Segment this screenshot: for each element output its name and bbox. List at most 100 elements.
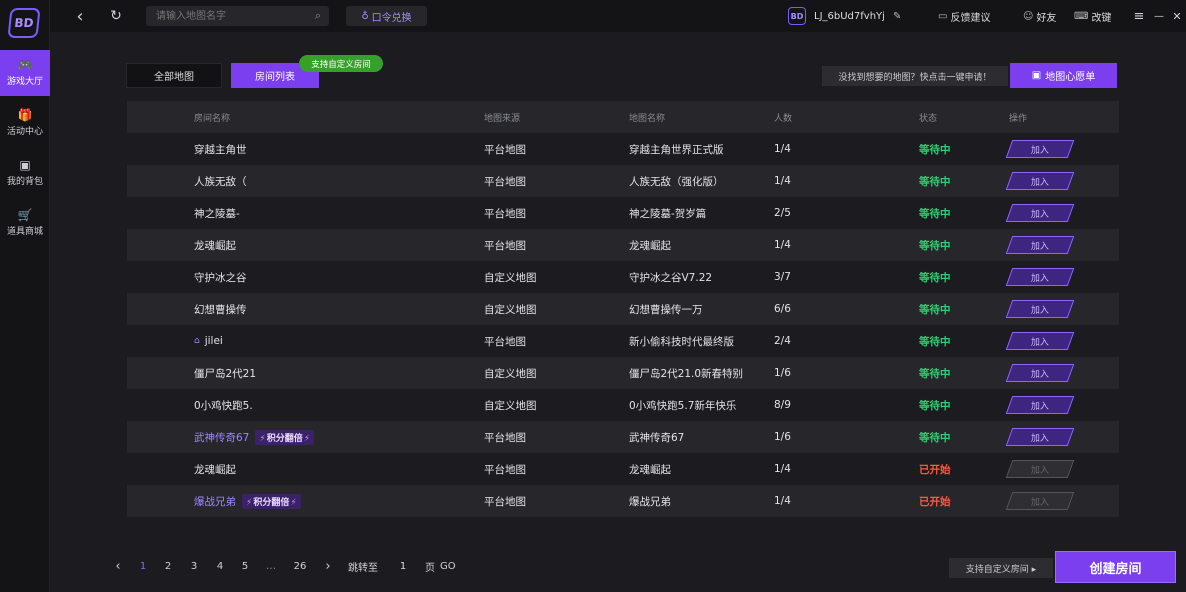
status-badge: 等待中 bbox=[919, 239, 951, 252]
join-label: 加入 bbox=[1030, 145, 1049, 156]
table-row[interactable]: 武神传奇67 积分翻倍 平台地图 武神传奇67 1/6 等待中 加入 bbox=[127, 421, 1119, 453]
map-name-cell: 爆战兄弟 bbox=[629, 495, 671, 508]
map-name-cell: 守护冰之谷V7.22 bbox=[629, 271, 713, 284]
join-button[interactable]: 加入 bbox=[1005, 140, 1075, 158]
minimize-icon[interactable]: — bbox=[1152, 6, 1166, 26]
join-button[interactable]: 加入 bbox=[1005, 332, 1075, 350]
page-26[interactable]: 26 bbox=[290, 556, 310, 576]
map-source-cell: 平台地图 bbox=[484, 175, 526, 188]
header-action: 操作 bbox=[1009, 113, 1028, 124]
join-button[interactable]: 加入 bbox=[1005, 268, 1075, 286]
status-badge: 等待中 bbox=[919, 335, 951, 348]
feedback-label: 反馈建议 bbox=[950, 12, 991, 24]
action-cell: 加入 bbox=[1005, 133, 1075, 165]
wishlist-icon: ▣ bbox=[1031, 70, 1042, 81]
table-row[interactable]: 幻想曹操传 自定义地图 幻想曹操传一万 6/6 等待中 加入 bbox=[127, 293, 1119, 325]
table-row[interactable]: 人族无敌（ 平台地图 人族无敌（强化版） 1/4 等待中 加入 bbox=[127, 165, 1119, 197]
next-page-icon[interactable]: › bbox=[318, 556, 338, 576]
go-button[interactable]: GO bbox=[440, 556, 456, 576]
feedback-icon: ▭ bbox=[938, 10, 948, 22]
sidebar-item-activity-center[interactable]: 🎁 活动中心 bbox=[0, 100, 50, 146]
players-cell: 2/4 bbox=[774, 335, 791, 347]
join-button[interactable]: 加入 bbox=[1005, 428, 1075, 446]
room-name: 武神传奇67 bbox=[194, 431, 250, 444]
sidebar: BD 🎮 游戏大厅 🎁 活动中心 ▣ 我的背包 🛒 道具商城 bbox=[0, 0, 50, 592]
table-row[interactable]: 0小鸡快跑5. 自定义地图 0小鸡快跑5.7新年快乐 8/9 等待中 加入 bbox=[127, 389, 1119, 421]
players-cell: 8/9 bbox=[774, 399, 791, 411]
room-name-cell: 爆战兄弟积分翻倍 bbox=[194, 485, 301, 517]
join-button[interactable]: 加入 bbox=[1005, 204, 1075, 222]
edit-icon[interactable]: ✎ bbox=[893, 11, 901, 22]
friends-button[interactable]: ☺ 好友 bbox=[1023, 6, 1056, 26]
search-input[interactable] bbox=[156, 6, 301, 26]
table-row[interactable]: ⌂ jilei 平台地图 新小偷科技时代最终版 2/4 等待中 加入 bbox=[127, 325, 1119, 357]
page-3[interactable]: 3 bbox=[184, 556, 204, 576]
custom-room-hint[interactable]: 支持自定义房间 ▸ bbox=[949, 558, 1053, 578]
join-button[interactable]: 加入 bbox=[1005, 396, 1075, 414]
room-name: 龙魂崛起 bbox=[194, 239, 236, 252]
status-badge: 等待中 bbox=[919, 303, 951, 316]
wishlist-label: 地图心愿单 bbox=[1045, 72, 1096, 83]
map-wishlist-button[interactable]: ▣ 地图心愿单 bbox=[1010, 63, 1117, 88]
room-name-cell: 0小鸡快跑5. bbox=[194, 389, 253, 421]
table-row[interactable]: 穿越主角世 平台地图 穿越主角世界正式版 1/4 等待中 加入 bbox=[127, 133, 1119, 165]
room-name: 僵尸岛2代21 bbox=[194, 367, 257, 380]
map-name-cell: 0小鸡快跑5.7新年快乐 bbox=[629, 399, 737, 412]
table-row[interactable]: 守护冰之谷 自定义地图 守护冰之谷V7.22 3/7 等待中 加入 bbox=[127, 261, 1119, 293]
join-label: 加入 bbox=[1030, 209, 1049, 220]
room-table: 房间名称 地图来源 地图名称 人数 状态 操作 穿越主角世 平台地图 穿越主角世界正… bbox=[127, 101, 1119, 517]
map-name-cell: 神之陵墓-贺岁篇 bbox=[629, 207, 707, 220]
lock-icon: ⌂ bbox=[194, 336, 200, 346]
join-button[interactable]: 加入 bbox=[1005, 492, 1075, 510]
join-button[interactable]: 加入 bbox=[1005, 172, 1075, 190]
menu-icon[interactable]: ≡ bbox=[1132, 6, 1146, 26]
sidebar-item-game-hall[interactable]: 🎮 游戏大厅 bbox=[0, 50, 50, 96]
redeem-code-button[interactable]: ♁ 口令兑换 bbox=[346, 6, 427, 26]
map-name-cell: 穿越主角世界正式版 bbox=[629, 143, 724, 156]
tab-all-maps[interactable]: 全部地图 bbox=[126, 63, 222, 88]
key-icon: ♁ bbox=[361, 10, 369, 22]
table-row[interactable]: 龙魂崛起 平台地图 龙魂崛起 1/4 已开始 加入 bbox=[127, 453, 1119, 485]
feedback-button[interactable]: ▭ 反馈建议 bbox=[938, 6, 990, 26]
join-button[interactable]: 加入 bbox=[1005, 460, 1075, 478]
status-badge: 等待中 bbox=[919, 143, 951, 156]
page-label: 页 bbox=[425, 562, 435, 574]
action-cell: 加入 bbox=[1005, 229, 1075, 261]
prev-page-icon[interactable]: ‹ bbox=[108, 556, 128, 576]
gamepad-icon: 🎮 bbox=[17, 58, 33, 72]
page-ellipsis: … bbox=[266, 560, 276, 572]
room-name: 爆战兄弟 bbox=[194, 495, 236, 508]
jump-page-input[interactable] bbox=[388, 557, 418, 575]
wish-hint: 没找到想要的地图？快点击一键申请！ bbox=[822, 66, 1008, 86]
map-source-cell: 自定义地图 bbox=[484, 303, 537, 316]
topbar: ‹ ↻ ⌕ ♁ 口令兑换 BD LJ_6bUd7fvhYj ✎ ▭ 反馈建议 ☺… bbox=[50, 0, 1186, 32]
refresh-icon[interactable]: ↻ bbox=[108, 6, 124, 26]
table-row[interactable]: 龙魂崛起 平台地图 龙魂崛起 1/4 等待中 加入 bbox=[127, 229, 1119, 261]
sidebar-item-backpack[interactable]: ▣ 我的背包 bbox=[0, 150, 50, 196]
status-badge: 等待中 bbox=[919, 367, 951, 380]
join-button[interactable]: 加入 bbox=[1005, 364, 1075, 382]
page-4[interactable]: 4 bbox=[210, 556, 230, 576]
join-button[interactable]: 加入 bbox=[1005, 300, 1075, 318]
table-body: 穿越主角世 平台地图 穿越主角世界正式版 1/4 等待中 加入 人族无敌（ 平台地图 人族无敌（… bbox=[127, 133, 1119, 517]
table-row[interactable]: 爆战兄弟积分翻倍平台地图爆战兄弟1/4已开始加入 bbox=[127, 485, 1119, 517]
rename-key-button[interactable]: ⌨ 改键 bbox=[1074, 6, 1111, 26]
page-2[interactable]: 2 bbox=[158, 556, 178, 576]
join-button[interactable]: 加入 bbox=[1005, 236, 1075, 254]
avatar[interactable]: BD bbox=[788, 7, 806, 25]
sidebar-item-label: 道具商城 bbox=[6, 227, 43, 237]
close-icon[interactable]: ✕ bbox=[1170, 6, 1184, 26]
map-source-cell: 平台地图 bbox=[484, 143, 526, 156]
page-5[interactable]: 5 bbox=[235, 556, 255, 576]
search-icon[interactable]: ⌕ bbox=[315, 9, 321, 23]
table-row[interactable]: 神之陵墓- 平台地图 神之陵墓-贺岁篇 2/5 等待中 加入 bbox=[127, 197, 1119, 229]
sidebar-item-shop[interactable]: 🛒 道具商城 bbox=[0, 200, 50, 246]
cart-icon: 🛒 bbox=[17, 208, 33, 222]
join-label: 加入 bbox=[1030, 465, 1049, 476]
back-icon[interactable]: ‹ bbox=[72, 6, 88, 27]
players-cell: 1/4 bbox=[774, 239, 791, 251]
room-name-cell: 武神传奇67 积分翻倍 bbox=[194, 421, 315, 453]
create-room-button[interactable]: 创建房间 bbox=[1055, 551, 1176, 583]
page-1[interactable]: 1 bbox=[133, 556, 153, 576]
table-row[interactable]: 僵尸岛2代21 自定义地图 僵尸岛2代21.0新春特别 1/6 等待中 加入 bbox=[127, 357, 1119, 389]
